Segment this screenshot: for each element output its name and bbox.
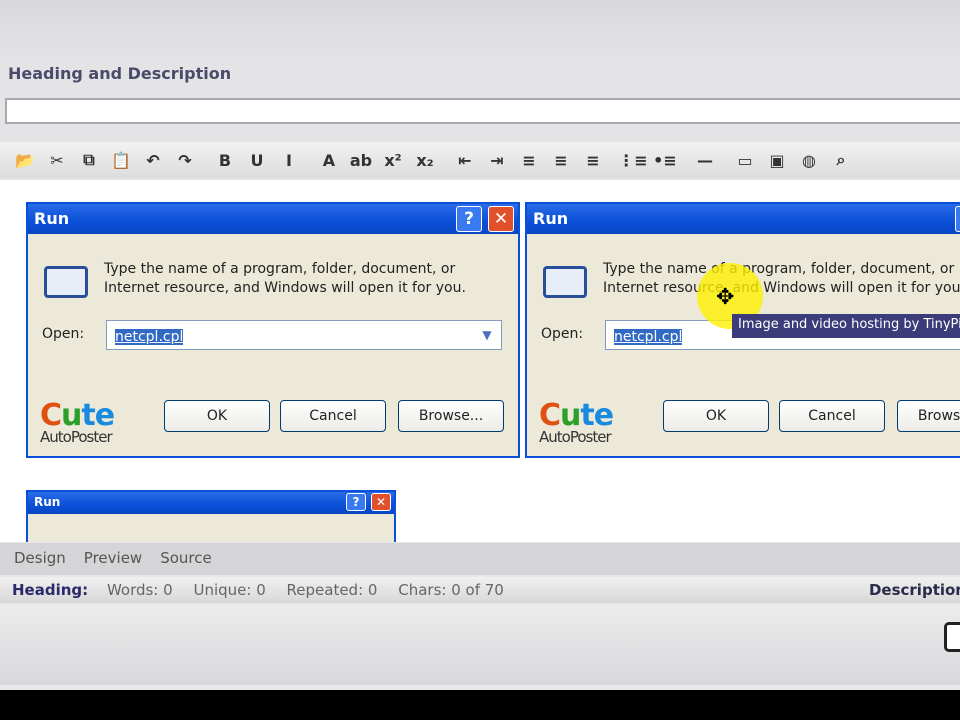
outdent-icon[interactable]: ⇤ (450, 147, 480, 173)
dialog-titlebar: Run ? ✕ (28, 204, 518, 234)
ok-button[interactable]: OK (164, 400, 270, 432)
help-icon[interactable]: ? (456, 206, 482, 232)
copy-icon[interactable]: ⧉ (74, 147, 104, 173)
unordered-list-icon[interactable]: •≡ (650, 147, 680, 173)
editor-content[interactable]: Run ? ✕ Type the name of a program, fold… (0, 180, 960, 542)
close-icon[interactable]: ✕ (488, 206, 514, 232)
chars-count: Chars: 0 of 70 (398, 581, 504, 599)
strikethrough-icon[interactable]: ab (346, 147, 376, 173)
cancel-button[interactable]: Cancel (779, 400, 885, 432)
open-folder-icon[interactable]: 📂 (10, 147, 40, 173)
words-count: Words: 0 (106, 581, 173, 599)
partial-icon[interactable] (944, 622, 960, 652)
repeated-count: Repeated: 0 (286, 581, 378, 599)
bold-icon[interactable]: B (210, 147, 240, 173)
undo-icon[interactable]: ↶ (138, 147, 168, 173)
dialog-titlebar: Run ? ✕ (527, 204, 960, 234)
table-icon[interactable]: ▭ (730, 147, 760, 173)
superscript-icon[interactable]: x² (378, 147, 408, 173)
image-icon[interactable]: ▣ (762, 147, 792, 173)
dialog-message: Type the name of a program, folder, docu… (603, 261, 960, 296)
dialog-title: Run (533, 209, 569, 228)
italic-icon[interactable]: I (274, 147, 304, 173)
align-center-icon[interactable]: ≡ (546, 147, 576, 173)
open-combo[interactable]: netcpl.cpl ▼ (106, 320, 502, 350)
move-cursor-icon: ✥ (716, 285, 735, 310)
link-icon[interactable]: ◍ (794, 147, 824, 173)
dialog-message: Type the name of a program, folder, docu… (104, 261, 466, 296)
close-icon[interactable]: ✕ (371, 493, 391, 511)
ordered-list-icon[interactable]: ⋮≡ (618, 147, 648, 173)
open-label: Open: (541, 326, 584, 342)
browse-button[interactable]: Browse... (398, 400, 504, 432)
tab-design[interactable]: Design (14, 549, 66, 569)
find-icon[interactable]: ⌕ (826, 147, 856, 173)
editor-mode-tabs: Design Preview Source (0, 543, 960, 575)
dialog-title: Run (34, 209, 70, 228)
section-title: Heading and Description (8, 64, 232, 83)
cute-autoposter-watermark: Cute AutoPoster (40, 398, 115, 446)
align-left-icon[interactable]: ≡ (514, 147, 544, 173)
heading-input[interactable] (5, 98, 960, 124)
run-icon (543, 266, 587, 298)
open-label: Open: (42, 326, 85, 342)
description-label: Description (868, 581, 960, 599)
redo-icon[interactable]: ↷ (170, 147, 200, 173)
run-icon (44, 266, 88, 298)
font-color-icon[interactable]: A (314, 147, 344, 173)
status-bar: Heading: Words: 0 Unique: 0 Repeated: 0 … (0, 577, 960, 603)
lower-panel (0, 605, 960, 685)
heading-label: Heading: (12, 581, 89, 599)
cut-icon[interactable]: ✂ (42, 147, 72, 173)
dialog-titlebar: Run ? ✕ (28, 492, 394, 514)
cancel-button[interactable]: Cancel (280, 400, 386, 432)
underline-icon[interactable]: U (242, 147, 272, 173)
tab-source[interactable]: Source (160, 549, 212, 569)
subscript-icon[interactable]: x₂ (410, 147, 440, 173)
ok-button[interactable]: OK (663, 400, 769, 432)
run-dialog-image-small: Run ? ✕ (26, 490, 396, 542)
tab-preview[interactable]: Preview (84, 549, 142, 569)
browse-button[interactable]: Browse... (897, 400, 960, 432)
app-window: Heading and Description 📂 ✂ ⧉ 📋 ↶ ↷ B U I Aab x² x₂… (0, 0, 960, 690)
tooltip: Image and video hosting by TinyPic (732, 314, 960, 338)
paste-icon[interactable]: 📋 (106, 147, 136, 173)
horizontal-rule-icon[interactable]: — (690, 147, 720, 173)
chevron-down-icon[interactable]: ▼ (475, 323, 499, 347)
run-dialog-image-1: Run ? ✕ Type the name of a program, fold… (26, 202, 520, 458)
dialog-title: Run (34, 495, 61, 509)
editor-toolbar: 📂 ✂ ⧉ 📋 ↶ ↷ B U I Aab x² x₂ ⇤ ⇥ ≡ ≡ ≡ ⋮≡ •≡ — ▭ ▣ ◍ ⌕ (0, 142, 960, 178)
cute-autoposter-watermark: Cute AutoPoster (539, 398, 614, 446)
align-right-icon[interactable]: ≡ (578, 147, 608, 173)
unique-count: Unique: 0 (193, 581, 266, 599)
help-icon[interactable]: ? (346, 493, 366, 511)
indent-icon[interactable]: ⇥ (482, 147, 512, 173)
help-icon[interactable]: ? (955, 206, 960, 232)
